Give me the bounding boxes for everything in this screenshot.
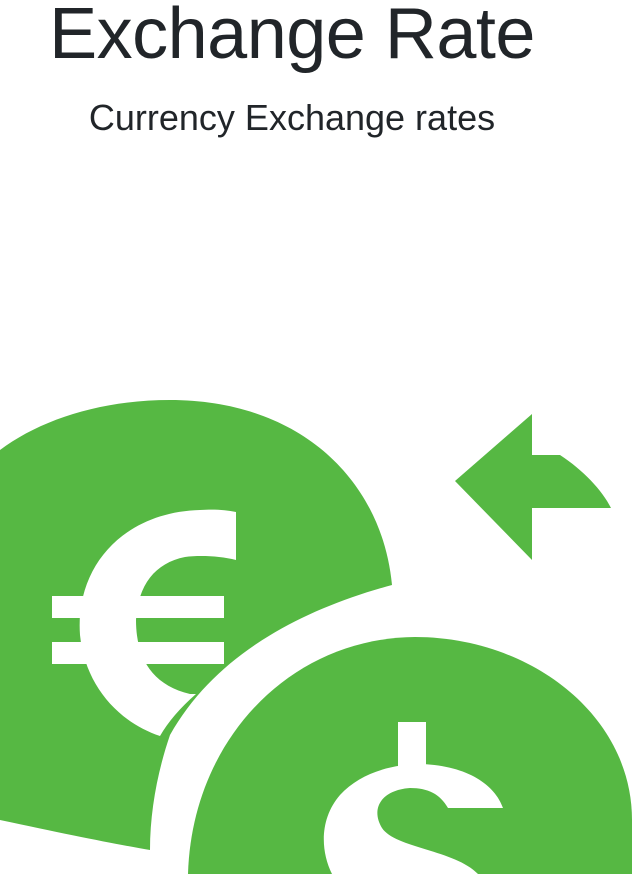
dollar-coin-icon [188,637,632,874]
arrow-left-icon [455,414,611,560]
currency-exchange-icon [0,400,632,874]
